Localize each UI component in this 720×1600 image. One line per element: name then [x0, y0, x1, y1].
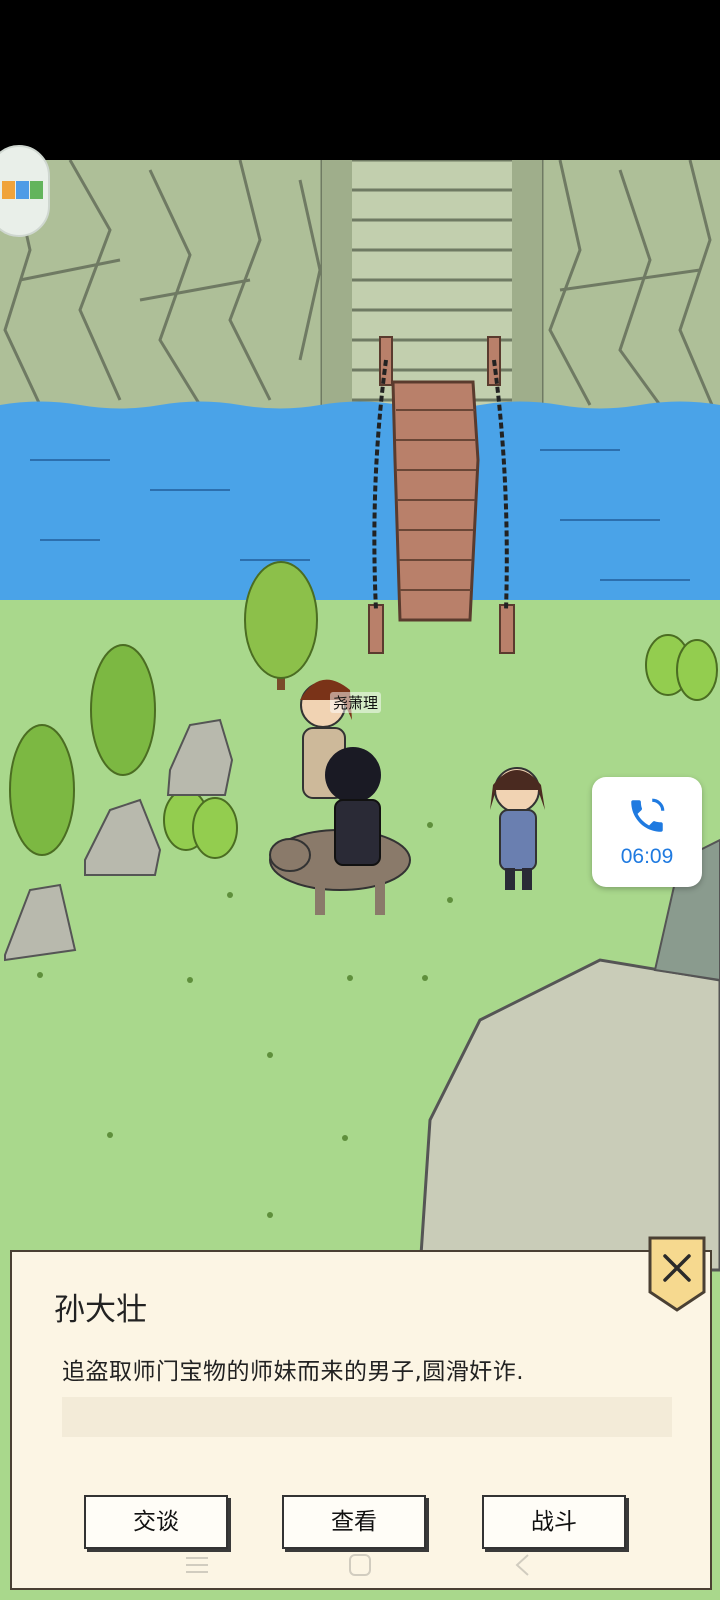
back-nav-icon[interactable]: [508, 1550, 538, 1580]
tree: [90, 644, 156, 776]
logo-tile: [2, 181, 15, 199]
call-timer-widget[interactable]: 06:09: [592, 777, 702, 887]
close-icon: [648, 1236, 706, 1312]
game-logo-icon[interactable]: [0, 145, 50, 237]
phone-icon: [631, 798, 665, 832]
npc-name: 孙大壮: [54, 1292, 147, 1328]
npc-dialog-panel: 孙大壮 追盗取师门宝物的师妹而来的男子,圆滑奸诈. 交谈 查看 战斗: [10, 1250, 712, 1590]
river: [0, 401, 720, 609]
status-bar-area: [0, 0, 720, 160]
logo-tile: [30, 181, 43, 199]
logo-tile: [16, 181, 29, 199]
bush: [645, 634, 718, 701]
menu-nav-icon[interactable]: [182, 1550, 212, 1580]
talk-button[interactable]: 交谈: [84, 1495, 228, 1549]
game-screen: 尧萧理 06:09 孙大壮 追盗取师门宝物的师妹而来的男子,圆滑奸诈. 交谈 查…: [0, 0, 720, 1600]
tree: [9, 724, 75, 856]
npc-description: 追盗取师门宝物的师妹而来的男子,圆滑奸诈.: [62, 1359, 525, 1385]
call-duration: 06:09: [620, 845, 674, 868]
close-button[interactable]: [648, 1236, 706, 1312]
stone-stairs: [320, 160, 544, 412]
view-button[interactable]: 查看: [282, 1495, 426, 1549]
fight-button[interactable]: 战斗: [482, 1495, 626, 1549]
npc-name-tag: 尧萧理: [330, 692, 382, 713]
description-divider: [62, 1397, 672, 1437]
home-nav-icon[interactable]: [345, 1550, 375, 1580]
